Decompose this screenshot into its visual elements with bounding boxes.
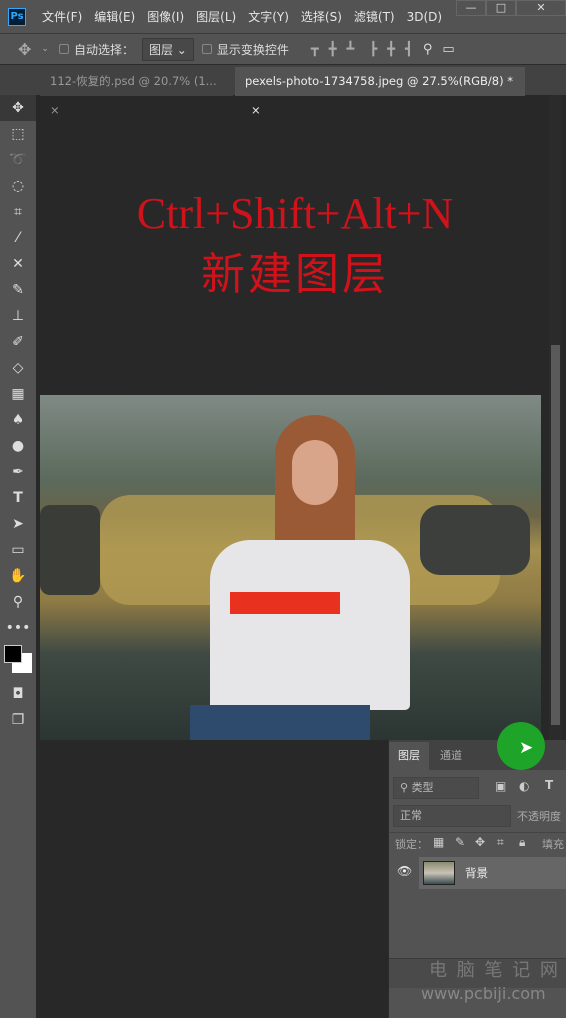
menu-select[interactable]: 选择(S) [301, 8, 342, 25]
minimize-button[interactable]: — [456, 0, 486, 16]
layers-panel: 图层 通道 ⚲ 类型 ▣ ◐ T 正常 不透明度 锁定： ▦ ✎ ✥ ⌗ 🔒︎ … [388, 740, 566, 1018]
eraser-tool-icon[interactable]: ◇ [0, 355, 36, 381]
stamp-tool-icon[interactable]: ⊥ [0, 303, 36, 329]
menu-image[interactable]: 图像(I) [147, 8, 184, 25]
menu-edit[interactable]: 编辑(E) [94, 8, 135, 25]
menu-layer[interactable]: 图层(L) [196, 8, 236, 25]
filter-kind: 类型 [411, 781, 434, 794]
close-button[interactable]: ✕ [516, 0, 566, 16]
photoshop-logo: Ps [8, 7, 26, 26]
lock-paint-icon[interactable]: ✎ [455, 835, 465, 849]
align-right-icon[interactable]: ┫ [405, 42, 413, 57]
tab-label: pexels-photo-1734758.jpeg @ 27.5%(RGB/8)… [245, 74, 514, 88]
menu-type[interactable]: 文字(Y) [248, 8, 289, 25]
show-transform-checkbox[interactable] [201, 44, 212, 54]
layer-thumbnail [423, 861, 455, 885]
dodge-tool-icon[interactable]: ● [0, 433, 36, 459]
tab-recovered-psd[interactable]: 112-恢复的.psd @ 20.7% (1... × [40, 67, 233, 117]
eye-visibility-icon[interactable]: 👁︎ [397, 864, 412, 878]
blur-tool-icon[interactable]: ♠ [0, 407, 36, 433]
history-brush-icon[interactable]: ✐ [0, 329, 36, 355]
lock-artboard-icon[interactable]: ⌗ [497, 835, 504, 850]
chevron-down-icon[interactable]: ⌄ [41, 44, 49, 54]
adjustment-filter-icon[interactable]: ◐ [519, 779, 529, 793]
menu-3d[interactable]: 3D(D) [407, 10, 442, 24]
document-tabs: 112-恢复的.psd @ 20.7% (1... × pexels-photo… [0, 64, 566, 117]
mouse-cursor-icon: ➤ [519, 738, 534, 758]
align-bottom-icon[interactable]: ┻ [347, 42, 355, 57]
rectangle-tool-icon[interactable]: ▭ [0, 537, 36, 563]
canvas-caption-text: 新建图层 [201, 249, 389, 300]
layer-filter-dropdown[interactable]: ⚲ 类型 [393, 777, 479, 799]
marquee-tool-icon[interactable]: ⬚ [0, 121, 36, 147]
workspace-icon[interactable]: ▭ [442, 42, 454, 57]
screen-mode-icon[interactable]: ❐ [0, 707, 36, 733]
layer-row-background[interactable]: 背景 [419, 857, 566, 889]
menu-file[interactable]: 文件(F) [42, 8, 82, 25]
lock-transparent-icon[interactable]: ▦ [433, 835, 444, 849]
dropdown-value: 图层 [148, 42, 173, 57]
lock-all-icon[interactable]: 🔒︎ [519, 835, 525, 850]
opacity-label: 不透明度 [517, 810, 561, 823]
photo-image [40, 395, 541, 740]
foreground-color-swatch[interactable] [4, 645, 22, 663]
align-top-icon[interactable]: ┳ [311, 42, 319, 57]
tab-pexels-photo[interactable]: pexels-photo-1734758.jpeg @ 27.5%(RGB/8)… [235, 67, 525, 117]
quick-mask-icon[interactable]: ◘ [0, 681, 36, 707]
type-tool-icon[interactable]: T [0, 485, 36, 511]
menu-filter[interactable]: 滤镜(T) [354, 8, 395, 25]
show-transform-label: 显示变换控件 [216, 42, 289, 57]
lock-position-icon[interactable]: ✥ [475, 835, 485, 849]
lasso-tool-icon[interactable]: ➰ [0, 147, 36, 173]
lock-label: 锁定： [395, 838, 428, 851]
path-select-tool-icon[interactable]: ➤ [0, 511, 36, 537]
scrollbar-thumb[interactable] [551, 345, 560, 725]
search-icon: ⚲ [400, 781, 409, 794]
align-hcenter-icon[interactable]: ╋ [387, 42, 395, 57]
tab-channels[interactable]: 通道 [431, 742, 471, 770]
hand-tool-icon[interactable]: ✋ [0, 563, 36, 589]
type-filter-icon[interactable]: T [545, 778, 553, 792]
layer-name: 背景 [465, 866, 488, 880]
move-tool-icon[interactable]: ✥ [18, 40, 31, 59]
canvas-shortcut-text: Ctrl+Shift+Alt+N [136, 189, 454, 238]
tab-label: 112-恢复的.psd @ 20.7% (1... [50, 74, 217, 88]
search-icon[interactable]: ⚲ [423, 42, 433, 57]
tab-layers[interactable]: 图层 [389, 742, 429, 770]
watermark-text: 电 脑 笔 记 网 [429, 960, 560, 981]
color-swatches[interactable] [0, 641, 36, 681]
maximize-button[interactable]: □ [486, 0, 516, 16]
align-vcenter-icon[interactable]: ╋ [329, 42, 337, 57]
options-bar: ✥ ⌄ 自动选择： 图层 ⌄ 显示变换控件 ┳ ╋ ┻ ┣ ╋ ┫ ⚲ ▭ [0, 33, 566, 64]
fill-label: 填充 [542, 838, 564, 851]
move-tool-icon[interactable]: ✥ [0, 95, 36, 121]
auto-select-label: 自动选择： [73, 42, 134, 57]
auto-select-checkbox[interactable] [58, 44, 69, 54]
menu-bar: Ps 文件(F) 编辑(E) 图像(I) 图层(L) 文字(Y) 选择(S) 滤… [0, 0, 566, 33]
align-left-icon[interactable]: ┣ [369, 42, 377, 57]
watermark-url: www.pcbiji.com [421, 984, 546, 1003]
auto-select-dropdown[interactable]: 图层 ⌄ [141, 37, 194, 61]
pen-tool-icon[interactable]: ✒ [0, 459, 36, 485]
gradient-tool-icon[interactable]: ▦ [0, 381, 36, 407]
tab-close-icon[interactable]: × [251, 103, 261, 117]
tab-close-icon[interactable]: × [50, 103, 60, 117]
image-filter-icon[interactable]: ▣ [495, 779, 506, 793]
zoom-tool-icon[interactable]: ⚲ [0, 589, 36, 615]
blend-mode-dropdown[interactable]: 正常 [393, 805, 511, 827]
more-tools-icon[interactable]: ••• [0, 615, 36, 641]
